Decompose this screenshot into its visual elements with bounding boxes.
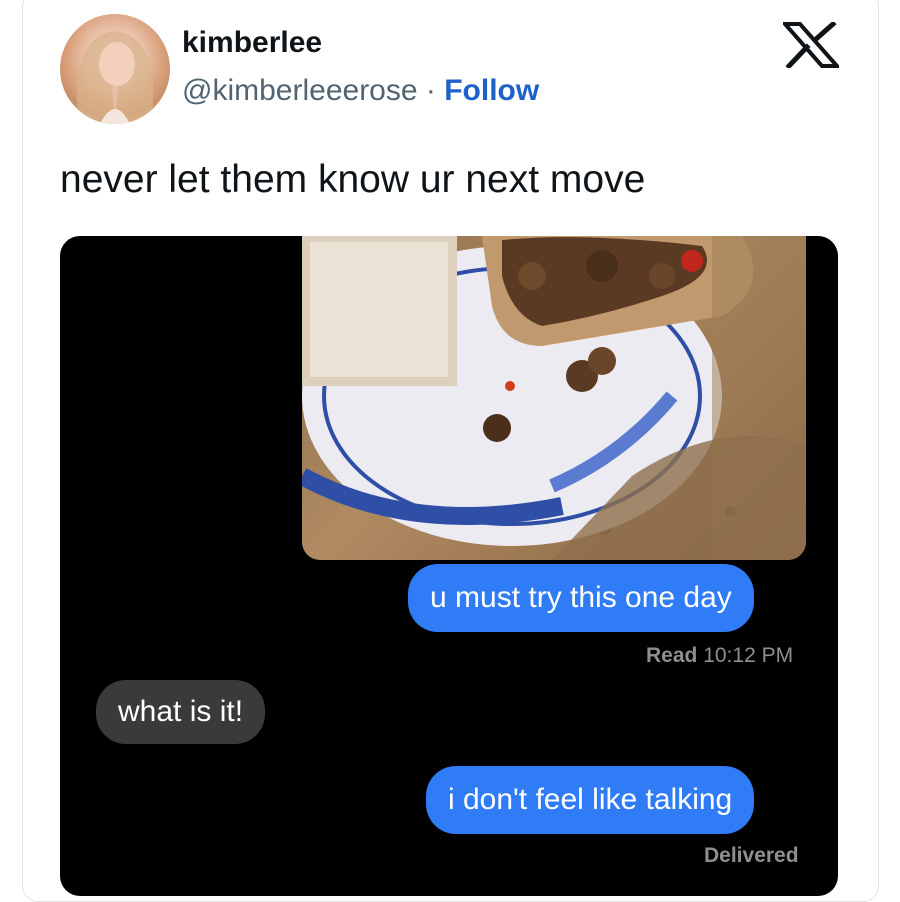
- author-handle[interactable]: @kimberleeerose: [182, 74, 418, 107]
- author-handle-row: @kimberleeerose · Follow: [182, 74, 539, 108]
- avatar[interactable]: [60, 14, 170, 124]
- message-bubble-incoming[interactable]: what is it!: [96, 680, 266, 744]
- message-text: i don't feel like talking: [448, 783, 733, 816]
- read-label: Read: [646, 644, 698, 667]
- follow-button[interactable]: Follow: [444, 74, 539, 107]
- avatar-photo: [76, 31, 154, 124]
- message-bubble-outgoing[interactable]: i don't feel like talking: [426, 766, 755, 834]
- x-logo-icon[interactable]: [783, 22, 839, 68]
- message-text: u must try this one day: [430, 581, 732, 614]
- message-text: what is it!: [118, 695, 244, 728]
- food-photo-image: [302, 236, 806, 560]
- shared-food-photo[interactable]: [302, 236, 806, 560]
- author-name[interactable]: kimberlee: [182, 26, 322, 60]
- handle-separator: ·: [417, 74, 445, 107]
- read-time: 10:12 PM: [703, 644, 794, 667]
- tweet-media[interactable]: u must try this one day Read 10:12 PM wh…: [60, 236, 838, 896]
- tweet-text: never let them know ur next move: [60, 158, 646, 201]
- read-receipt: Read 10:12 PM: [646, 644, 793, 668]
- message-bubble-outgoing[interactable]: u must try this one day: [408, 564, 754, 632]
- delivered-receipt: Delivered: [704, 844, 799, 867]
